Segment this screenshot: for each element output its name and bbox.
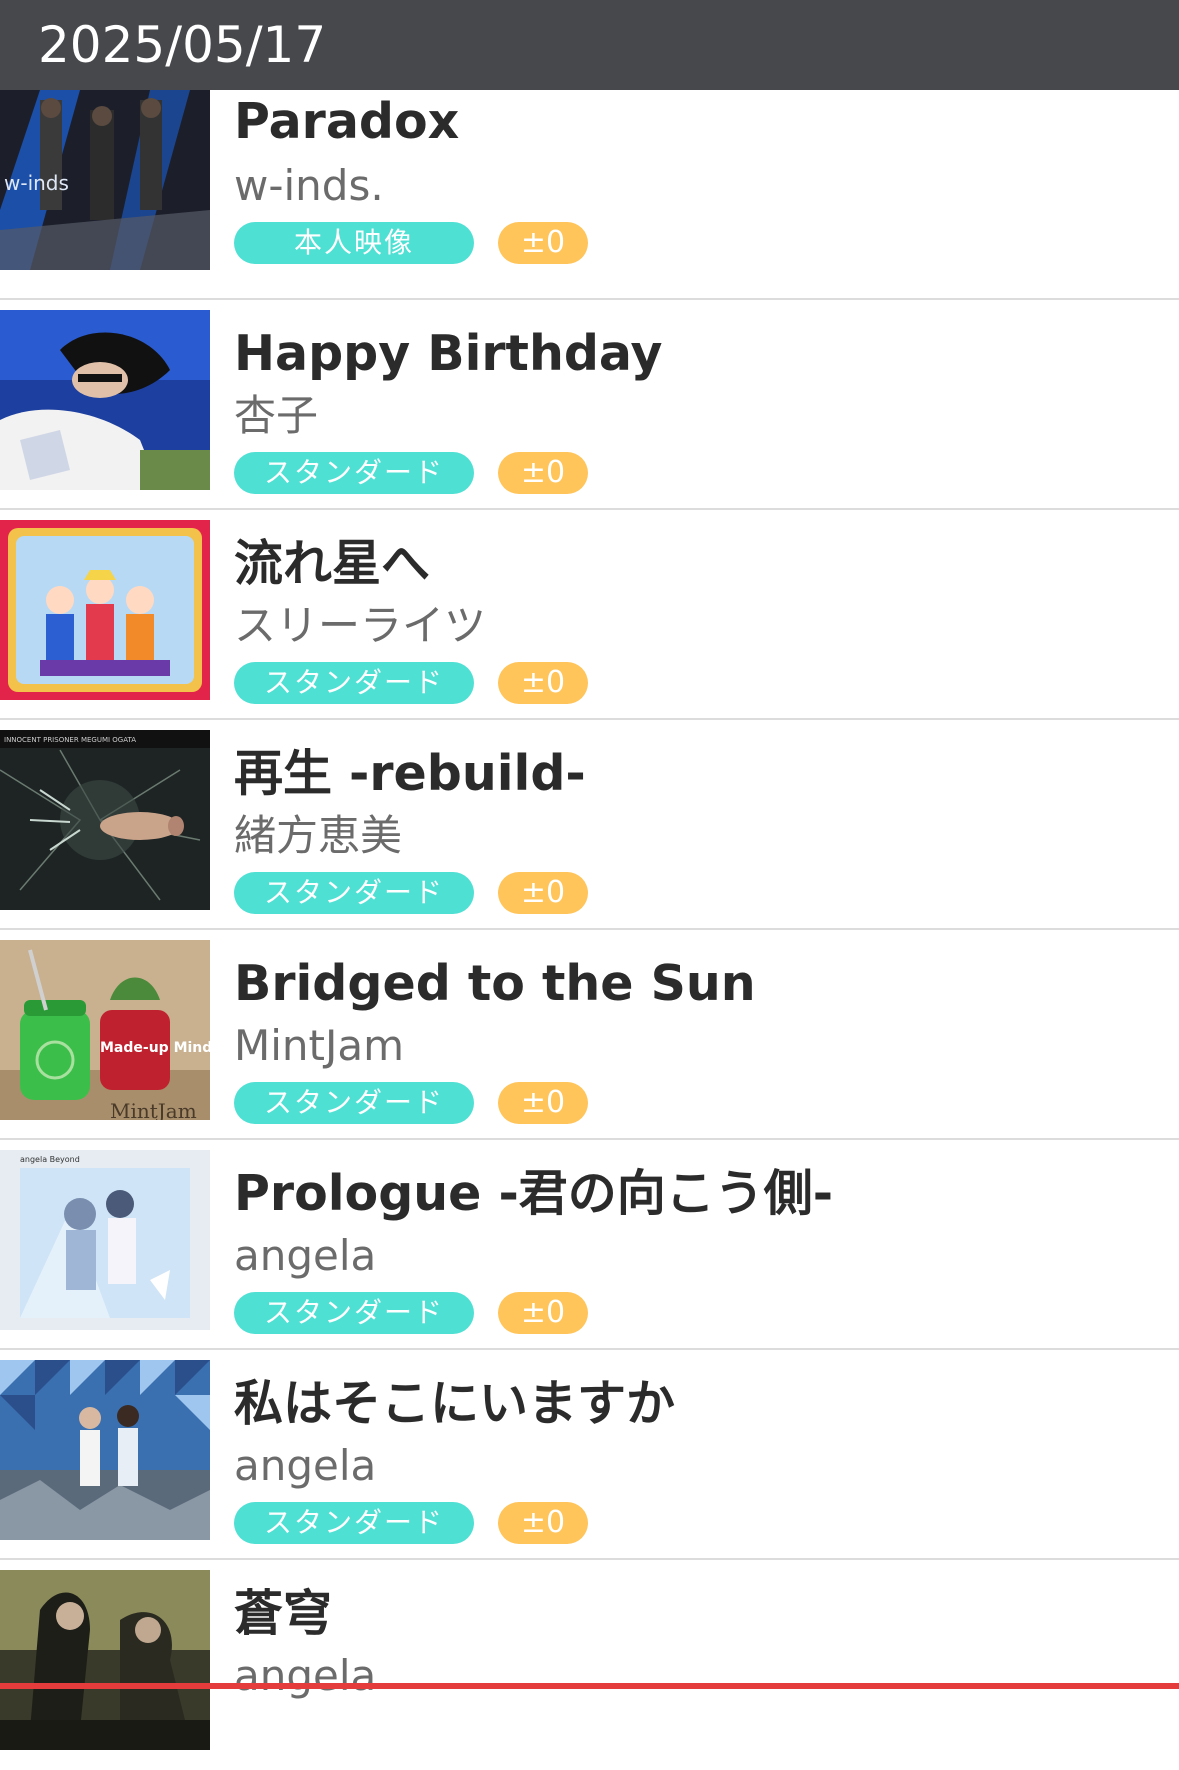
song-title: 蒼穹 [234,1585,333,1642]
song-badges: スタンダード ±0 [234,1292,588,1334]
album-art-angela-3-icon [0,1570,210,1750]
rank-change-badge: ±0 [498,1292,588,1334]
song-title: 再生 -rebuild- [234,745,586,802]
rank-change-badge: ±0 [498,1502,588,1544]
album-art-text: MintJam [110,1099,197,1120]
song-badges: スタンダード ±0 [234,1502,588,1544]
album-art-text: Made-up Mind [100,1040,210,1056]
rank-change-badge: ±0 [498,452,588,494]
song-row[interactable]: 流れ星へ スリーライツ スタンダード ±0 [0,510,1179,720]
video-type-badge: スタンダード [234,1082,474,1124]
date-label: 2025/05/17 [38,16,327,74]
rank-change-badge: ±0 [498,872,588,914]
album-art-text: w-inds [4,171,69,195]
song-row[interactable]: Made-up Mind MintJam Bridged to the Sun … [0,930,1179,1140]
video-type-badge: 本人映像 [234,222,474,264]
video-type-badge: スタンダード [234,662,474,704]
video-type-badge: スタンダード [234,452,474,494]
album-art-text: angela Beyond [20,1155,80,1164]
song-artist: MintJam [234,1021,405,1070]
rank-change-badge: ±0 [498,222,588,264]
song-artist: angela [234,1231,377,1280]
song-artist: angela [234,1651,377,1700]
song-artist: 杏子 [234,391,319,440]
song-row[interactable]: 私はそこにいますか angela スタンダード ±0 [0,1350,1179,1560]
song-badges: スタンダード ±0 [234,452,588,494]
album-art-sailor-moon-icon [0,520,210,700]
album-art-innocent-prisoner-icon: INNOCENT PRISONER MEGUMI OGATA [0,730,210,910]
song-row[interactable]: 蒼穹 angela [0,1560,1179,1770]
rank-change-badge: ±0 [498,662,588,704]
song-title: 流れ星へ [234,535,431,592]
video-type-badge: スタンダード [234,1292,474,1334]
song-title: Prologue -君の向こう側- [234,1165,834,1222]
bottom-accent-bar [0,1683,1179,1689]
song-badges: 本人映像 ±0 [234,222,588,264]
album-art-angela-2-icon [0,1360,210,1540]
video-type-badge: スタンダード [234,872,474,914]
song-list: w-inds Paradox w-inds. 本人映像 ±0 Happy Bir… [0,90,1179,1770]
rank-change-badge: ±0 [498,1082,588,1124]
song-artist: w-inds. [234,161,384,210]
song-artist: スリーライツ [234,601,487,650]
song-title: Happy Birthday [234,325,663,382]
song-title: Paradox [234,93,460,150]
album-art-text: INNOCENT PRISONER MEGUMI OGATA [4,736,136,744]
album-art-w-inds-icon: w-inds [0,90,210,270]
album-art-mintjam-icon: Made-up Mind MintJam [0,940,210,1120]
song-title: 私はそこにいますか [234,1375,676,1432]
song-row[interactable]: Happy Birthday 杏子 スタンダード ±0 [0,300,1179,510]
video-type-badge: スタンダード [234,1502,474,1544]
song-row[interactable]: INNOCENT PRISONER MEGUMI OGATA 再生 -rebui… [0,720,1179,930]
song-row[interactable]: angela Beyond Prologue -君の向こう側- angela ス… [0,1140,1179,1350]
date-header: 2025/05/17 [0,0,1179,90]
song-badges: スタンダード ±0 [234,872,588,914]
song-badges: スタンダード ±0 [234,1082,588,1124]
album-art-anzu-icon [0,310,210,490]
song-title: Bridged to the Sun [234,955,756,1012]
song-artist: 緒方恵美 [234,811,403,860]
album-art-angela-1-icon: angela Beyond [0,1150,210,1330]
song-artist: angela [234,1441,377,1490]
song-row[interactable]: w-inds Paradox w-inds. 本人映像 ±0 [0,90,1179,300]
song-badges: スタンダード ±0 [234,662,588,704]
